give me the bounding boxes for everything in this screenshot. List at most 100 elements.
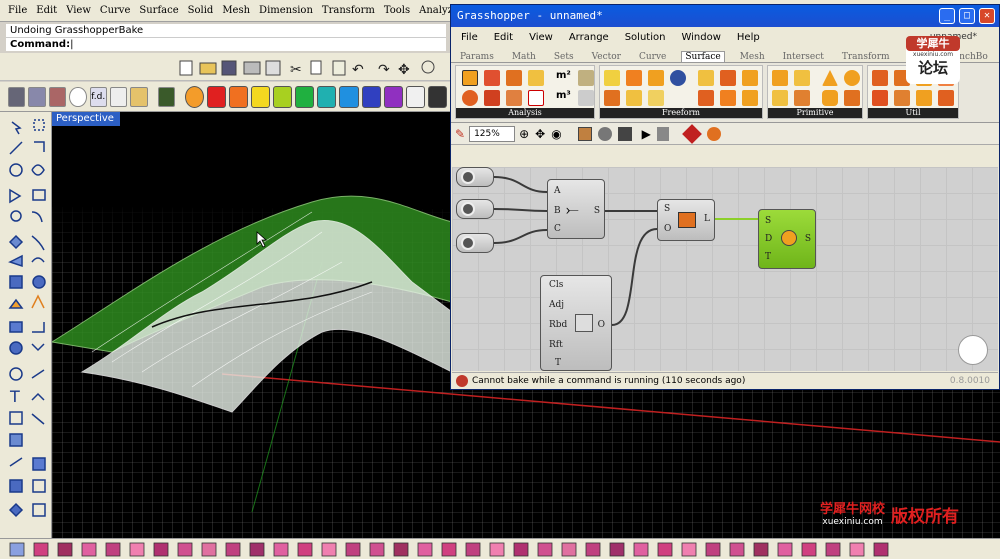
bottom-tool-29-icon[interactable]	[681, 542, 697, 557]
bottom-tool-33-icon[interactable]	[777, 542, 793, 557]
tab-transform[interactable]: Transform	[839, 52, 893, 62]
gh-menu-window[interactable]: Window	[681, 32, 720, 43]
circle-icon[interactable]	[9, 163, 23, 177]
network-surface-icon[interactable]	[604, 90, 620, 106]
lock-icon[interactable]	[656, 126, 669, 141]
bottom-tool-25-icon[interactable]	[585, 542, 601, 557]
plane-surface-icon[interactable]	[844, 90, 860, 106]
point-icon[interactable]	[9, 341, 23, 355]
dimensions-icon[interactable]	[578, 70, 594, 86]
bottom-tool-17-icon[interactable]	[393, 542, 409, 557]
bottom-tool-10-icon[interactable]	[225, 542, 241, 557]
bottom-tool-27-icon[interactable]	[633, 542, 649, 557]
loft-icon[interactable]	[8, 254, 23, 268]
box-2pt-icon[interactable]	[794, 70, 810, 86]
print-icon[interactable]	[243, 61, 261, 75]
pencil-icon[interactable]	[130, 86, 148, 107]
text-icon[interactable]: T	[9, 387, 20, 406]
arrow-icon[interactable]	[109, 86, 128, 107]
polyline-icon[interactable]	[34, 141, 45, 152]
brep-input-d[interactable]: D	[765, 234, 772, 244]
minimize-button[interactable]: _	[939, 8, 955, 24]
bottom-tool-16-icon[interactable]	[369, 542, 385, 557]
bottom-tool-2-icon[interactable]	[33, 542, 49, 557]
array-icon[interactable]	[9, 479, 23, 493]
scale-icon[interactable]	[32, 457, 46, 471]
merge-input-a[interactable]: A	[554, 186, 561, 196]
preview-mode-icon[interactable]: ◉	[551, 127, 561, 141]
color-navy-icon[interactable]	[361, 85, 381, 108]
join-icon[interactable]	[9, 367, 23, 381]
volume-icon[interactable]: m³	[556, 90, 572, 106]
rhino-menu-surface[interactable]: Surface	[139, 5, 178, 16]
color-lime-icon[interactable]	[273, 85, 293, 108]
bottom-tool-3-icon[interactable]	[57, 542, 73, 557]
mirror-icon[interactable]	[32, 479, 46, 493]
surface-icon[interactable]	[8, 234, 24, 250]
maximize-button[interactable]: □	[959, 8, 975, 24]
copy-trim-icon[interactable]	[872, 90, 888, 106]
new-file-icon[interactable]	[179, 60, 193, 76]
render-icon[interactable]	[48, 86, 67, 107]
properties-icon[interactable]	[265, 60, 281, 76]
cylinder-icon[interactable]	[822, 90, 838, 106]
bottom-tool-20-icon[interactable]	[465, 542, 481, 557]
bottom-tool-37-icon[interactable]	[873, 542, 889, 557]
color-orange-icon[interactable]	[229, 85, 249, 108]
bottom-tool-28-icon[interactable]	[657, 542, 673, 557]
divide-surface-icon[interactable]	[894, 90, 910, 106]
material-orange-icon[interactable]	[184, 85, 204, 108]
rhino-menu-edit[interactable]: Edit	[36, 5, 57, 16]
bottom-tool-12-icon[interactable]	[273, 542, 289, 557]
undo-icon[interactable]: ↶	[352, 62, 364, 78]
navigate-icon[interactable]: ✥	[535, 127, 545, 141]
zoom-level-field[interactable]: 125%	[469, 125, 516, 142]
options-output-o[interactable]: O	[598, 320, 605, 330]
shading-icon[interactable]	[706, 126, 721, 141]
split-icon[interactable]	[32, 322, 45, 333]
disable-icon[interactable]	[617, 126, 632, 141]
extend-icon[interactable]	[31, 369, 45, 379]
rhino-menu-transform[interactable]: Transform	[322, 5, 375, 16]
curve-param-1[interactable]	[456, 167, 494, 187]
box-icon[interactable]	[9, 275, 23, 289]
paste-icon[interactable]	[332, 60, 346, 76]
tab-math[interactable]: Math	[509, 52, 539, 62]
rail-revolution-icon[interactable]	[720, 70, 736, 86]
bottom-tool-30-icon[interactable]	[705, 542, 721, 557]
bottom-tool-21-icon[interactable]	[489, 542, 505, 557]
bottom-tool-32-icon[interactable]	[753, 542, 769, 557]
pipe-icon[interactable]	[648, 90, 664, 106]
brep-input-s[interactable]: S	[765, 216, 771, 226]
cap-holes-icon[interactable]	[872, 70, 888, 86]
bottom-tool-11-icon[interactable]	[249, 542, 265, 557]
fragment-patch-icon[interactable]	[698, 70, 714, 86]
move-icon[interactable]	[31, 413, 45, 425]
brep-input-t[interactable]: T	[765, 252, 771, 262]
brep-output-s[interactable]: S	[805, 234, 811, 244]
tab-curve[interactable]: Curve	[636, 52, 669, 62]
sketch-icon[interactable]: ✎	[455, 127, 465, 141]
option-type[interactable]: T	[555, 358, 561, 368]
bottom-tool-26-icon[interactable]	[609, 542, 625, 557]
grasshopper-titlebar[interactable]: Grasshopper - unnamed* _ □ ✕	[451, 5, 999, 27]
rectangle-icon[interactable]	[32, 189, 46, 201]
color-yellow-icon[interactable]	[251, 85, 271, 108]
bottom-tool-22-icon[interactable]	[513, 542, 529, 557]
color-green-icon[interactable]	[295, 85, 315, 108]
patch-icon[interactable]	[626, 90, 642, 106]
bottom-tool-4-icon[interactable]	[81, 542, 97, 557]
sweep-icon[interactable]	[31, 235, 45, 251]
bottom-tool-18-icon[interactable]	[417, 542, 433, 557]
surface-points-icon[interactable]	[528, 90, 544, 106]
trim-icon[interactable]	[31, 343, 45, 352]
viewport-title[interactable]: Perspective	[52, 112, 120, 126]
sphere-icon[interactable]	[32, 275, 46, 289]
revolve-icon[interactable]	[31, 257, 45, 263]
bottom-tool-9-icon[interactable]	[201, 542, 217, 557]
color-teal-icon[interactable]	[317, 85, 337, 108]
loft-input-o[interactable]: O	[664, 224, 671, 234]
bottom-tool-6-icon[interactable]	[129, 542, 145, 557]
rhino-menu-mesh[interactable]: Mesh	[222, 5, 250, 16]
curve-param-2[interactable]	[456, 199, 494, 219]
